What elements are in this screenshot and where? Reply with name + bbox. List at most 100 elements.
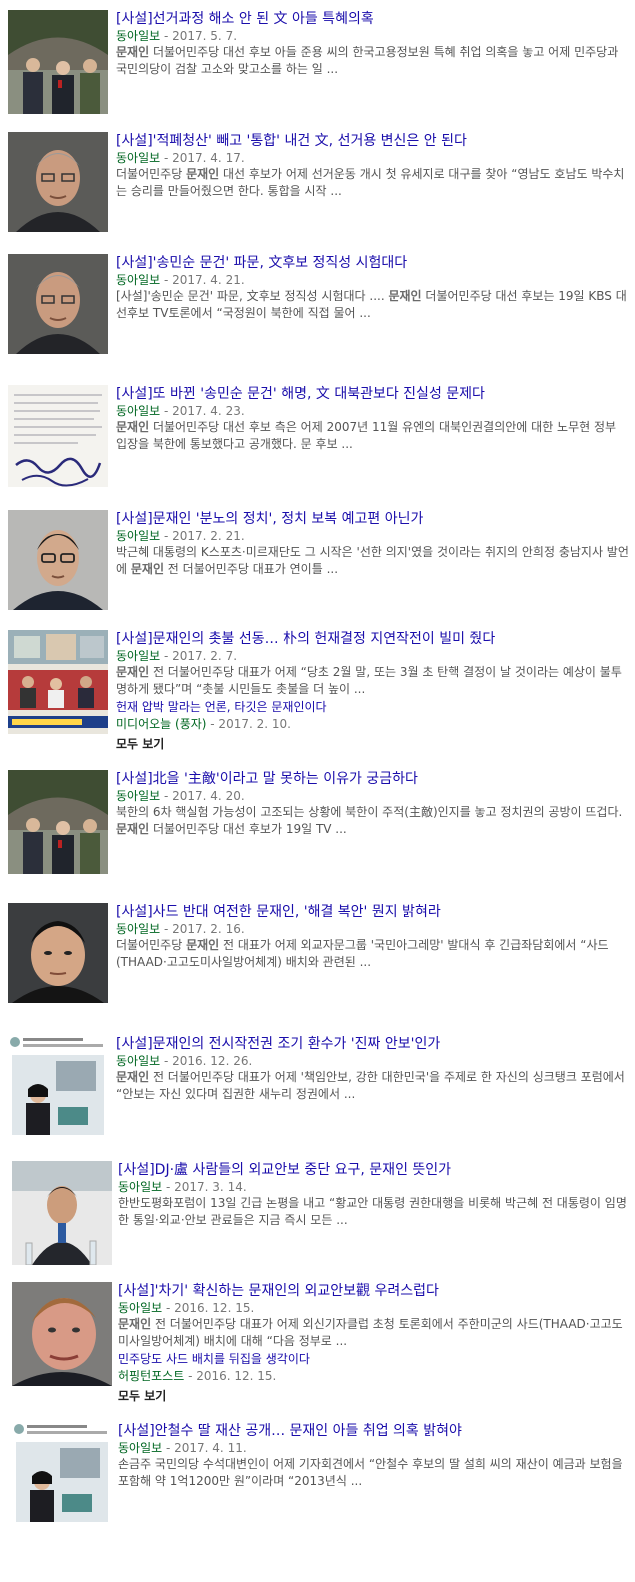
result-snippet: 문재인 더불어민주당 대선 후보 아들 준용 씨의 한국고용정보원 특혜 취업 …: [116, 44, 629, 78]
thumb-speaker-closeup[interactable]: [12, 1282, 112, 1386]
result-meta: 동아일보 - 2017. 4. 21.: [116, 272, 629, 288]
snippet-highlight: 문재인: [118, 1317, 152, 1331]
result-date: - 2016. 12. 26.: [160, 1054, 253, 1068]
result-title-link[interactable]: [사설]'차기' 확신하는 문재인의 외교안보觀 우려스럽다: [118, 1282, 629, 1300]
result-snippet: 문재인 전 더불어민주당 대표가 어제 “당초 2월 말, 또는 3월 초 탄핵…: [116, 664, 629, 698]
result-body: [사설]'송민순 문건' 파문, 文후보 정직성 시험대다 동아일보 - 2017…: [116, 254, 629, 322]
result-body: [사설]'차기' 확신하는 문재인의 외교안보觀 우려스럽다 동아일보 - 201…: [118, 1282, 629, 1404]
result-snippet: 문재인 더불어민주당 대선 후보 측은 어제 2007년 11월 유엔의 대북인…: [116, 419, 629, 453]
result-meta: 동아일보 - 2017. 4. 11.: [118, 1440, 629, 1456]
thumb-tweet-image[interactable]: [12, 1422, 112, 1526]
related-article-link[interactable]: 헌재 압박 말라는 언론, 타깃은 문재인이다: [116, 699, 629, 716]
thumb-columnist-portrait[interactable]: [8, 132, 108, 232]
snippet-text: 한반도평화포럼이 13일 긴급 논평을 내고 “황교안 대통령 권한대행을 비롯…: [118, 1196, 627, 1227]
result-meta: 동아일보 - 2017. 4. 23.: [116, 403, 629, 419]
result-source: 동아일보: [118, 1441, 163, 1455]
result-meta: 동아일보 - 2017. 2. 16.: [116, 921, 629, 937]
result-snippet: [사설]'송민순 문건' 파문, 文후보 정직성 시험대다 .... 문재인 더…: [116, 288, 629, 322]
result-snippet: 더불어민주당 문재인 전 대표가 어제 외교자문그룹 '국민아그레망' 발대식 …: [116, 937, 629, 971]
result-meta: 동아일보 - 2016. 12. 15.: [118, 1300, 629, 1316]
result-source: 동아일보: [116, 789, 161, 803]
result-snippet: 문재인 전 더불어민주당 대표가 어제 외신기자클럽 초청 토론회에서 주한미군…: [118, 1316, 629, 1350]
result-source: 동아일보: [116, 649, 161, 663]
result-title-link[interactable]: [사설]선거과정 해소 안 된 文 아들 특혜의혹: [116, 10, 629, 28]
thumb-tweet-image[interactable]: [8, 1035, 108, 1139]
result-body: [사설]또 바뀐 '송민순 문건' 해명, 文 대북관보다 진실성 문제다 동아일…: [116, 385, 629, 453]
result-title-link[interactable]: [사설]문재인의 전시작전권 조기 환수가 '진짜 안보'인가: [116, 1035, 629, 1053]
snippet-highlight: 문재인: [186, 167, 220, 181]
result-source: 동아일보: [118, 1180, 163, 1194]
result-body: [사설]北을 '主敵'이라고 말 못하는 이유가 궁금하다 동아일보 - 2017…: [116, 770, 629, 838]
result-date: - 2017. 4. 11.: [162, 1441, 247, 1455]
related-article-link[interactable]: 민주당도 사드 배치를 뒤집을 생각이다: [118, 1351, 629, 1368]
snippet-highlight: 문재인: [130, 562, 164, 576]
related-date: - 2016. 12. 15.: [184, 1369, 277, 1383]
result-source: 동아일보: [116, 1054, 161, 1068]
thumb-ceremony-image[interactable]: [8, 770, 108, 874]
result-body: [사설]'적폐청산' 빼고 '통합' 내건 文, 선거용 변신은 안 된다 동아일…: [116, 132, 629, 200]
snippet-text: 더불어민주당 대선 후보 측은 어제 2007년 11월 유엔의 대북인권결의안…: [116, 420, 617, 451]
thumb-columnist-portrait[interactable]: [8, 254, 108, 354]
snippet-text: 전 더불어민주당 대표가 어제 외신기자클럽 초청 토론회에서 주한미군의 사드…: [118, 1317, 623, 1348]
result-snippet: 손금주 국민의당 수석대변인이 어제 기자회견에서 “안철수 후보의 딸 설희 …: [118, 1456, 629, 1490]
result-meta: 동아일보 - 2017. 3. 14.: [118, 1179, 629, 1195]
result-snippet: 더불어민주당 문재인 대선 후보가 어제 선거운동 개시 첫 유세지로 대구를 …: [116, 166, 629, 200]
result-title-link[interactable]: [사설]'송민순 문건' 파문, 文후보 정직성 시험대다: [116, 254, 629, 272]
snippet-highlight: 문재인: [116, 45, 150, 59]
result-title-link[interactable]: [사설]DJ·盧 사람들의 외교안보 중단 요구, 문재인 뜻인가: [118, 1161, 629, 1179]
snippet-highlight: 문재인: [116, 420, 150, 434]
snippet-text: 전 더불어민주당 대표가 어제 '책임안보, 강한 대한민국'을 주제로 한 자…: [116, 1070, 625, 1101]
result-title-link[interactable]: [사설]또 바뀐 '송민순 문건' 해명, 文 대북관보다 진실성 문제다: [116, 385, 629, 403]
result-date: - 2017. 2. 7.: [160, 649, 238, 663]
result-date: - 2017. 2. 21.: [160, 529, 245, 543]
thumb-handwritten-document[interactable]: [8, 385, 108, 487]
related-source: 미디어오늘 (풍자): [116, 717, 207, 731]
result-title-link[interactable]: [사설]문재인 '분노의 정치', 정치 보복 예고편 아닌가: [116, 510, 629, 528]
result-meta: 동아일보 - 2017. 4. 17.: [116, 150, 629, 166]
result-snippet: 북한의 6차 핵실험 가능성이 고조되는 상황에 북한이 주적(主敵)인지를 놓…: [116, 804, 629, 838]
result-title-link[interactable]: [사설]北을 '主敵'이라고 말 못하는 이유가 궁금하다: [116, 770, 629, 788]
result-snippet: 한반도평화포럼이 13일 긴급 논평을 내고 “황교안 대통령 권한대행을 비롯…: [118, 1195, 629, 1229]
related-article-meta: 미디어오늘 (풍자) - 2017. 2. 10.: [116, 716, 629, 732]
snippet-text: 더불어민주당: [116, 167, 187, 181]
thumb-tv-news-panel[interactable]: [8, 630, 108, 734]
thumb-leader-portrait[interactable]: [8, 903, 108, 1003]
snippet-text: 손금주 국민의당 수석대변인이 어제 기자회견에서 “안철수 후보의 딸 설희 …: [118, 1457, 623, 1488]
result-meta: 동아일보 - 2017. 2. 7.: [116, 648, 629, 664]
result-body: [사설]사드 반대 여전한 문재인, '해결 복안' 뭔지 밝혀라 동아일보 - …: [116, 903, 629, 971]
snippet-highlight: 문재인: [116, 822, 150, 836]
result-source: 동아일보: [116, 151, 161, 165]
result-title-link[interactable]: [사설]문재인의 촛불 선동… 朴의 헌재결정 지연작전이 빌미 줬다: [116, 630, 629, 648]
result-date: - 2017. 4. 17.: [160, 151, 245, 165]
result-date: - 2017. 4. 23.: [160, 404, 245, 418]
result-date: - 2017. 5. 7.: [160, 29, 238, 43]
result-snippet: 박근혜 대통령의 K스포츠·미르재단도 그 시작은 '선한 의지'였을 것이라는…: [116, 544, 629, 578]
result-snippet: 문재인 전 더불어민주당 대표가 어제 '책임안보, 강한 대한민국'을 주제로…: [116, 1069, 629, 1103]
thumb-ceremony-image[interactable]: [8, 10, 108, 114]
result-date: - 2016. 12. 15.: [162, 1301, 255, 1315]
snippet-highlight: 문재인: [186, 938, 220, 952]
result-title-link[interactable]: [사설]사드 반대 여전한 문재인, '해결 복안' 뭔지 밝혀라: [116, 903, 629, 921]
snippet-text: 더불어민주당: [116, 938, 187, 952]
result-source: 동아일보: [116, 404, 161, 418]
snippet-text: [사설]'송민순 문건' 파문, 文후보 정직성 시험대다 ....: [116, 289, 389, 303]
view-all-link[interactable]: 모두 보기: [116, 736, 629, 752]
result-title-link[interactable]: [사설]안철수 딸 재산 공개… 문재인 아들 취업 의혹 밝혀야: [118, 1422, 629, 1440]
snippet-text: 전 더불어민주당 대표가 연이틀 ...: [163, 562, 339, 576]
result-source: 동아일보: [116, 922, 161, 936]
result-meta: 동아일보 - 2017. 4. 20.: [116, 788, 629, 804]
thumb-speaker-podium[interactable]: [12, 1161, 112, 1265]
result-source: 동아일보: [118, 1301, 163, 1315]
result-body: [사설]문재인의 전시작전권 조기 환수가 '진짜 안보'인가 동아일보 - 20…: [116, 1035, 629, 1103]
snippet-highlight: 문재인: [388, 289, 422, 303]
view-all-link[interactable]: 모두 보기: [118, 1388, 629, 1404]
snippet-text: 전 더불어민주당 대표가 어제 “당초 2월 말, 또는 3월 초 탄핵 결정이…: [116, 665, 622, 696]
result-body: [사설]DJ·盧 사람들의 외교안보 중단 요구, 문재인 뜻인가 동아일보 - …: [118, 1161, 629, 1229]
related-source: 허핑턴포스트: [118, 1369, 185, 1383]
result-title-link[interactable]: [사설]'적폐청산' 빼고 '통합' 내건 文, 선거용 변신은 안 된다: [116, 132, 629, 150]
result-date: - 2017. 4. 21.: [160, 273, 245, 287]
result-source: 동아일보: [116, 273, 161, 287]
result-body: [사설]안철수 딸 재산 공개… 문재인 아들 취업 의혹 밝혀야 동아일보 - …: [118, 1422, 629, 1490]
thumb-glasses-portrait[interactable]: [8, 510, 108, 610]
result-meta: 동아일보 - 2017. 5. 7.: [116, 28, 629, 44]
